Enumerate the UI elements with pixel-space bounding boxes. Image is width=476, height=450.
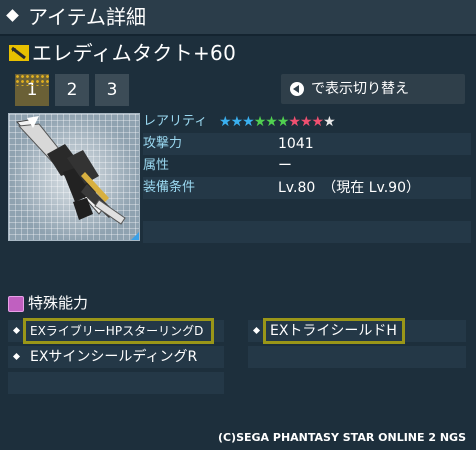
empty-row — [143, 199, 471, 221]
attack-value: 1041 — [278, 136, 314, 152]
star-icon: ★ — [230, 114, 244, 130]
requirement-value: Lv.80 （現在 Lv.90） — [278, 180, 420, 196]
tab-1[interactable]: 1 — [15, 74, 49, 106]
toggle-display-label: で表示切り替え — [311, 81, 409, 97]
window-title: アイテム詳細 — [28, 5, 146, 29]
tab-active-indicator — [15, 74, 49, 86]
item-image — [8, 113, 140, 241]
empty-row — [143, 243, 471, 265]
tab-2[interactable]: 2 — [55, 74, 89, 106]
ability-slot-4 — [248, 346, 466, 368]
tab-label: 3 — [106, 80, 118, 100]
attack-label: 攻撃力 — [143, 136, 183, 151]
special-abilities-label: 特殊能力 — [28, 294, 89, 312]
tab-3[interactable]: 3 — [95, 74, 129, 106]
requirement-row: 装備条件 Lv.80 （現在 Lv.90） — [143, 177, 471, 199]
star-icon: ★ — [253, 114, 267, 130]
ability-item-3: EXサインシールディングR — [30, 349, 198, 365]
rarity-label: レアリティ — [143, 114, 208, 129]
element-label: 属性 — [143, 158, 170, 173]
tab-label: 2 — [66, 80, 78, 100]
empty-row — [143, 221, 471, 243]
star-icon: ★ — [265, 114, 278, 130]
rarity-row: レアリティ ★★★★★★★★★★ — [143, 111, 471, 133]
ability-item-2: EXトライシールドH — [270, 323, 397, 339]
divider — [0, 34, 476, 36]
star-icon: ★ — [219, 114, 232, 130]
star-icon: ★ — [299, 114, 313, 130]
copyright-text: (C)SEGA PHANTASY STAR ONLINE 2 NGS — [217, 431, 466, 444]
toggle-display-button[interactable]: で表示切り替え — [281, 74, 465, 104]
attack-row: 攻撃力 1041 — [143, 133, 471, 155]
image-corner-marker — [131, 232, 139, 240]
ability-slot-5 — [8, 372, 224, 394]
rarity-stars: ★★★★★★★★★★ — [219, 112, 336, 132]
star-icon: ★ — [276, 114, 290, 130]
button-left-icon — [290, 82, 304, 96]
star-icon: ★ — [323, 114, 336, 130]
weapon-class-icon — [9, 45, 29, 61]
ability-item-1: EXライブリーHPスターリングD — [30, 324, 204, 338]
special-ability-icon — [8, 296, 24, 312]
wand-image — [16, 116, 126, 225]
element-row: 属性 ー — [143, 155, 471, 177]
element-value: ー — [278, 158, 292, 174]
requirement-label: 装備条件 — [143, 180, 196, 195]
star-icon: ★ — [242, 114, 255, 130]
star-icon: ★ — [311, 114, 325, 130]
star-icon: ★ — [288, 114, 301, 130]
item-name: エレディムタクト+60 — [32, 41, 237, 65]
